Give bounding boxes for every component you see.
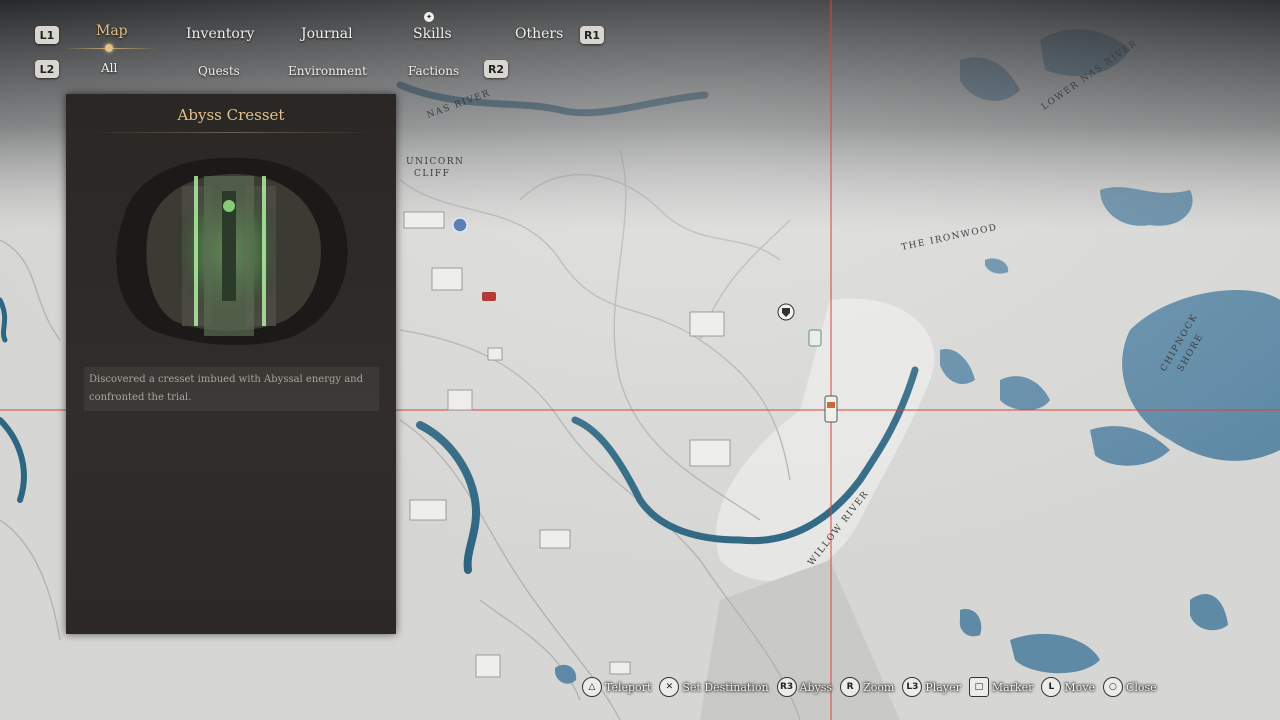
green-beacon-icon[interactable] <box>808 329 822 347</box>
hint-label: Zoom <box>863 680 895 694</box>
triangle-icon: △ <box>582 677 602 697</box>
hint-label: Teleport <box>605 680 652 694</box>
hint-label: Set Destination <box>682 680 769 694</box>
hint-label: Marker <box>991 680 1034 694</box>
panel-title: Abyss Cresset <box>177 106 285 124</box>
subtab-environment[interactable]: Environment <box>288 64 367 78</box>
active-tab-dot-icon <box>105 44 113 52</box>
panel-divider <box>86 132 376 133</box>
tab-map[interactable]: Map <box>96 23 128 39</box>
hint-close[interactable]: ○ Close <box>1102 677 1157 697</box>
tab-skills[interactable]: Skills <box>413 26 452 42</box>
r1-button[interactable]: R1 <box>580 26 604 44</box>
shield-marker-icon[interactable] <box>777 303 795 321</box>
location-detail-panel: Abyss Cresset Discovered a cresset imbue… <box>66 94 396 634</box>
tab-journal[interactable]: Journal <box>301 26 353 42</box>
hint-marker[interactable]: □ Marker <box>968 677 1034 697</box>
control-hints-bar: △ Teleport ✕ Set Destination R3 Abyss R Zoom L3 P… <box>582 675 1165 699</box>
hint-move[interactable]: L Move <box>1041 677 1095 697</box>
subtab-factions[interactable]: Factions <box>408 64 459 78</box>
cross-icon: ✕ <box>659 677 680 697</box>
r2-button[interactable]: R2 <box>484 60 508 78</box>
hint-teleport[interactable]: △ Teleport <box>582 677 651 697</box>
skill-point-icon: ✦ <box>424 12 434 22</box>
square-icon: □ <box>968 677 989 697</box>
hint-player[interactable]: L3 Player <box>902 677 961 697</box>
hint-label: Move <box>1064 680 1095 694</box>
circle-icon: ○ <box>1102 677 1123 697</box>
panel-description: Discovered a cresset imbued with Abyssal… <box>84 367 379 411</box>
player-marker-icon <box>824 395 838 423</box>
l1-button[interactable]: L1 <box>35 26 59 44</box>
map-label-cliff: CLIFF <box>414 169 450 179</box>
red-camp-icon[interactable] <box>482 292 496 301</box>
subtab-quests[interactable]: Quests <box>198 64 240 78</box>
l-stick-icon: L <box>1041 677 1062 697</box>
hint-set-destination[interactable]: ✕ Set Destination <box>659 677 769 697</box>
tab-inventory[interactable]: Inventory <box>186 26 254 42</box>
map-label-unicorn: UNICORN <box>406 157 464 167</box>
hint-label: Player <box>925 680 961 694</box>
subtab-all[interactable]: All <box>101 61 117 75</box>
hint-label: Abyss <box>799 680 833 694</box>
blue-waypoint-icon[interactable] <box>452 217 468 233</box>
tab-others[interactable]: Others <box>515 26 563 42</box>
l3-icon: L3 <box>902 677 923 697</box>
r3-icon: R3 <box>776 677 797 697</box>
r-stick-icon: R <box>840 677 861 697</box>
hint-zoom[interactable]: R Zoom <box>840 677 894 697</box>
l2-button[interactable]: L2 <box>35 60 59 78</box>
abyss-cresset-illustration <box>116 157 348 346</box>
hint-label: Close <box>1125 680 1157 694</box>
hint-abyss[interactable]: R3 Abyss <box>776 677 833 697</box>
